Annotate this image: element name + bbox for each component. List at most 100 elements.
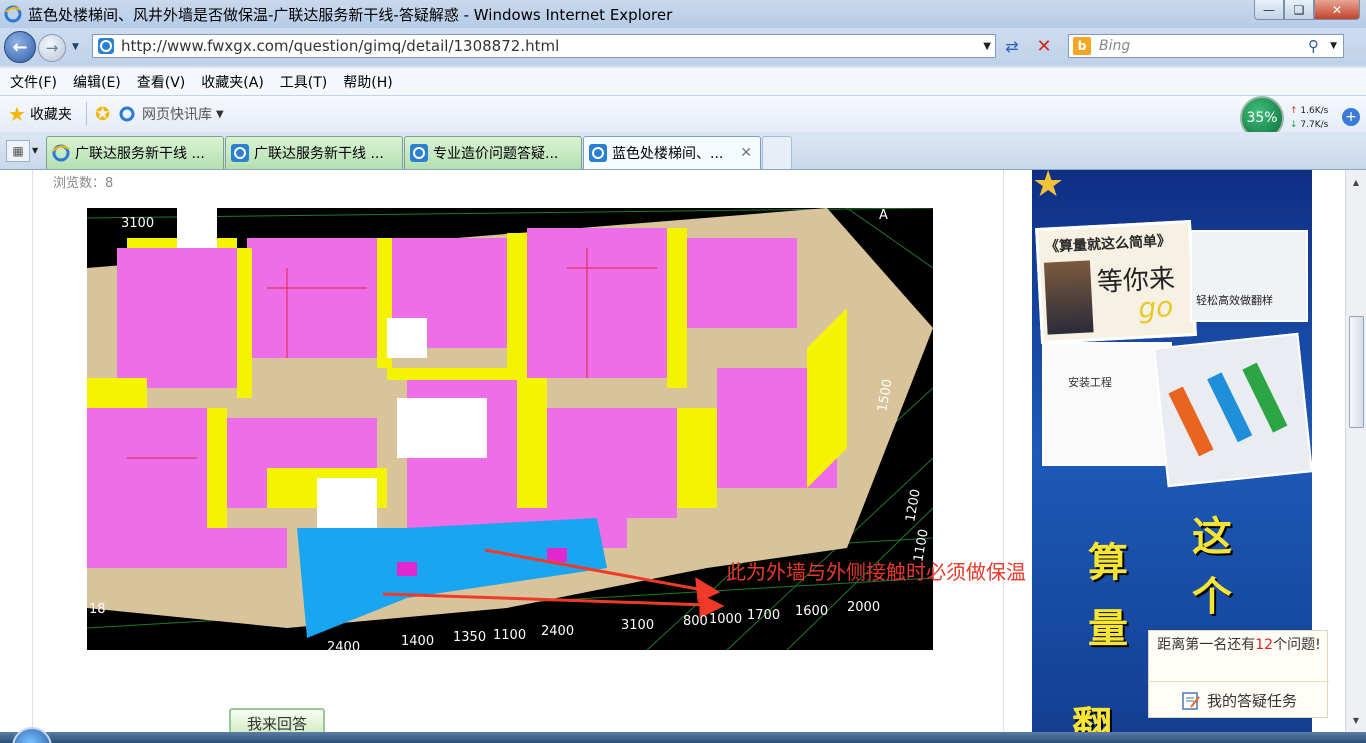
dim-label: 1000 [709,612,743,627]
address-dropdown-icon[interactable]: ▼ [983,41,991,52]
dim-label: 1350 [453,630,487,645]
new-tab-button[interactable] [762,136,792,169]
dim-label: 2400 [541,624,575,639]
window-controls: — ❏ ✕ [1254,0,1360,20]
tab-1[interactable]: 广联达服务新干线 ... [46,136,224,169]
menu-file[interactable]: 文件(F) [10,72,57,92]
book-cover: 《算量就这么简单》 等你来 go [1035,219,1197,345]
ie-logo-icon [4,5,22,23]
favorites-star-icon[interactable]: ★ [8,102,26,126]
menu-favorites[interactable]: 收藏夹(A) [201,72,264,92]
scroll-thumb[interactable] [1349,316,1364,428]
ad-char: 算 [1088,539,1128,586]
search-box[interactable]: b Bing ⚲ ▼ [1068,34,1344,58]
tab-label: 专业造价问题答疑... [433,146,559,162]
dim-label: 1600 [795,604,829,619]
site-tab-icon [410,144,428,162]
scroll-up-icon[interactable]: ▲ [1348,174,1364,190]
expand-plus-icon[interactable]: + [1342,108,1360,126]
axis-label: A [879,208,888,223]
menu-help[interactable]: 帮助(H) [343,72,392,92]
minimize-icon: — [1263,2,1275,17]
minimize-button[interactable]: — [1254,0,1284,20]
search-placeholder[interactable]: Bing [1099,38,1130,54]
usb-drive [1207,372,1253,443]
maximize-button[interactable]: ❏ [1284,0,1314,20]
back-button[interactable]: ← [4,31,36,63]
tab-3[interactable]: 专业造价问题答疑... [404,136,582,169]
menu-bar: 文件(F) 编辑(E) 查看(V) 收藏夹(A) 工具(T) 帮助(H) [0,68,1366,96]
tab-2[interactable]: 广联达服务新干线 ... [225,136,403,169]
forward-arrow-icon: → [45,39,59,57]
web-slice-gallery[interactable]: 网页快讯库 ▼ [118,104,224,124]
page-content: 浏览数：8 3100 1400 1350 1100 2400 3100 800 … [0,170,1345,732]
site-tab-icon [231,144,249,162]
close-button[interactable]: ✕ [1314,0,1360,20]
ad-char: 翻 [1072,703,1112,732]
ranking-count: 12 [1255,637,1274,653]
ranking-popup: 距离第一名还有12个问题! 我的答疑任务 [1148,630,1329,719]
web-slice-label: 网页快讯库 [142,107,213,123]
recent-pages-dropdown[interactable]: ▼ [72,42,79,52]
answer-button[interactable]: 我来回答 [229,708,325,732]
book-title: 《算量就这么简单》 [1044,233,1172,256]
ad-char: 这 [1192,513,1232,560]
go-text: go [1137,290,1175,325]
ad-char: 个 [1192,573,1232,620]
dim-label: 1100 [493,628,527,643]
dim-label: 2000 [847,600,881,615]
site-tab-icon [589,144,607,162]
search-icon[interactable]: ⚲ [1308,37,1319,55]
tab-list-dropdown[interactable]: ▼ [32,146,38,155]
scroll-down-icon[interactable]: ▼ [1348,712,1364,728]
stop-button[interactable]: ✕ [1030,34,1058,58]
upload-arrow-icon: ↑ [1290,106,1298,116]
menu-tools[interactable]: 工具(T) [280,72,327,92]
ie-tab-icon [52,144,70,162]
my-tasks-link[interactable]: 我的答疑任务 [1149,681,1329,719]
forward-button[interactable]: → [38,34,66,62]
subtitle-text: 轻松高效做翻样 [1196,294,1273,307]
favorites-button[interactable]: 收藏夹 [30,104,72,124]
dim-label: 2400 [327,640,361,650]
ranking-suffix: 个问题! [1273,637,1321,653]
menu-edit[interactable]: 编辑(E) [73,72,121,92]
product-text: 安装工程 [1068,376,1112,389]
stop-icon: ✕ [1036,35,1052,57]
refresh-button[interactable]: ⇄ [998,34,1026,58]
vertical-scrollbar[interactable]: ▲ ▼ [1345,170,1366,732]
add-favorite-icon[interactable]: ✪ [95,104,110,125]
tab-4-active[interactable]: 蓝色处楼梯间、... ✕ [583,136,761,169]
ie-small-icon [119,106,135,122]
star-icon: ★ [1032,170,1065,205]
notepad-icon [1182,691,1200,710]
tab-label: 广联达服务新干线 ... [254,146,384,162]
download-rate: 7.7K/s [1300,120,1329,130]
quick-tabs-button[interactable]: ▦ [6,140,30,162]
chevron-down-icon: ▼ [216,108,224,120]
usb-drive [1168,386,1214,457]
navigation-bar: ← → ▼ http://www.fwxgx.com/question/gimq… [0,28,1366,66]
dim-label: 18 [89,602,106,617]
dim-label: 3100 [121,216,155,231]
view-count: 浏览数：8 [53,176,114,191]
download-arrow-icon: ↓ [1290,120,1298,130]
author-photo [1043,260,1094,335]
address-bar[interactable]: http://www.fwxgx.com/question/gimq/detai… [92,34,996,58]
wall-insulation-annotation: 此为外墙与外侧接触时必须做保温 [726,560,1026,584]
menu-view[interactable]: 查看(V) [137,72,186,92]
refresh-icon: ⇄ [1005,36,1019,56]
divider [85,102,87,126]
close-tab-icon[interactable]: ✕ [740,145,752,161]
url-text[interactable]: http://www.fwxgx.com/question/gimq/detai… [121,37,559,55]
dim-label: 1700 [747,608,781,623]
favorites-bar: ★ 收藏夹 ✪ 网页快讯库 ▼ [0,96,1366,132]
dim-label: 800 [683,614,708,629]
dim-label: 1400 [401,634,435,649]
tab-label: 广联达服务新干线 ... [75,146,205,162]
my-tasks-label[interactable]: 我的答疑任务 [1207,690,1297,711]
taskbar [0,732,1366,743]
book-cover-2: 轻松高效做翻样 [1190,230,1308,322]
search-dropdown-icon[interactable]: ▼ [1330,41,1337,51]
close-icon: ✕ [1331,2,1343,17]
